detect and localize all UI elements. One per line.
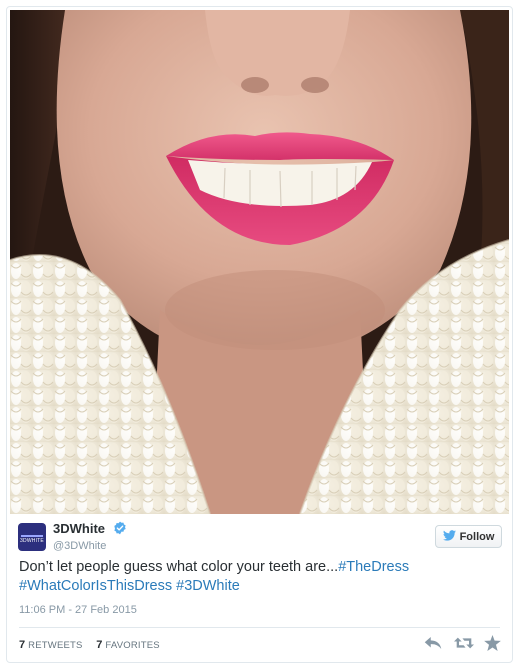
tweet-photo[interactable] xyxy=(10,10,509,514)
twitter-bird-icon xyxy=(442,529,456,544)
avatar-logo-text: 3DWHITE xyxy=(20,538,44,544)
retweet-icon[interactable] xyxy=(454,635,474,651)
favorites-count[interactable]: 7 xyxy=(96,639,102,651)
user-handle[interactable]: @3DWhite xyxy=(53,540,106,552)
hashtag-link[interactable]: #TheDress xyxy=(338,559,409,575)
tweet-text-plain: Don’t let people guess what color your t… xyxy=(19,559,339,575)
retweets-label[interactable]: RETWEETS xyxy=(28,640,82,651)
display-name[interactable]: 3DWhite xyxy=(53,521,105,536)
star-icon[interactable] xyxy=(484,635,502,651)
hashtag-link[interactable]: #3DWhite xyxy=(176,578,240,594)
tweet-actions xyxy=(424,635,502,651)
smile-photo-illustration xyxy=(10,10,509,514)
embedded-tweet: 3DWHITE 3DWhite @3DWhite Follow Don’t le… xyxy=(6,6,513,663)
avatar[interactable]: 3DWHITE xyxy=(18,523,46,551)
follow-button[interactable]: Follow xyxy=(435,525,502,548)
retweets-count[interactable]: 7 xyxy=(19,639,25,651)
follow-label: Follow xyxy=(459,530,495,543)
reply-icon[interactable] xyxy=(424,635,442,651)
verified-badge-icon xyxy=(113,521,127,535)
tweet-timestamp[interactable]: 11:06 PM - 27 Feb 2015 xyxy=(19,604,137,616)
avatar-logo-stripe xyxy=(21,535,43,537)
tweet-stats: 7 RETWEETS 7 FAVORITES xyxy=(19,639,160,651)
hashtag-link[interactable]: #WhatColorIsThisDress xyxy=(19,578,172,594)
favorites-label[interactable]: FAVORITES xyxy=(105,640,159,651)
divider xyxy=(19,627,500,628)
tweet-text: Don’t let people guess what color your t… xyxy=(19,558,499,596)
